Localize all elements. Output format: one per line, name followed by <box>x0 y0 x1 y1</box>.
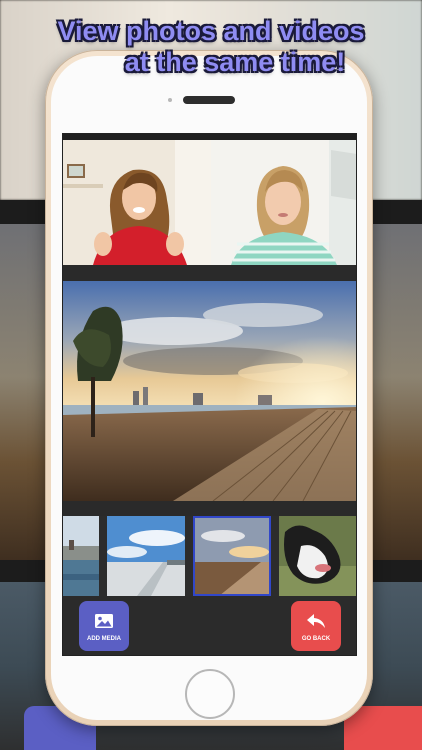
thumbnail-strip <box>63 516 356 596</box>
headline: View photos and videos at the same time! <box>0 16 422 78</box>
action-bar: ADD MEDIA GO BACK <box>63 596 356 655</box>
headline-line-1: View photos and videos <box>57 16 365 46</box>
home-button[interactable] <box>185 669 235 719</box>
boardwalk-sunset-photo <box>63 281 356 501</box>
video-right-frame <box>211 140 356 265</box>
panel-divider <box>63 501 356 516</box>
video-left-frame <box>63 140 211 265</box>
add-media-label: ADD MEDIA <box>87 636 121 642</box>
thumbnail-harbor[interactable] <box>63 516 99 596</box>
thumbnail-pier[interactable] <box>107 516 185 596</box>
go-back-button[interactable]: GO BACK <box>291 601 341 651</box>
video-player-left[interactable] <box>63 140 211 265</box>
front-camera <box>168 98 172 102</box>
panel-divider <box>63 265 356 281</box>
thumbnail-dog[interactable] <box>279 516 356 596</box>
thumbnail-boardwalk-sunset[interactable] <box>193 516 271 596</box>
go-back-label: GO BACK <box>301 636 331 642</box>
add-media-button[interactable]: ADD MEDIA <box>79 601 129 651</box>
video-player-right[interactable] <box>211 140 356 265</box>
app-screen: ADD MEDIA GO BACK <box>62 133 357 656</box>
reply-arrow-icon <box>307 614 325 628</box>
phone-body: ADD MEDIA GO BACK <box>51 56 367 720</box>
phone-frame: ADD MEDIA GO BACK <box>45 50 373 726</box>
main-photo-viewer[interactable] <box>63 281 356 501</box>
earpiece-speaker <box>183 96 235 104</box>
image-icon <box>95 614 113 628</box>
headline-line-2: at the same time! <box>124 47 346 77</box>
